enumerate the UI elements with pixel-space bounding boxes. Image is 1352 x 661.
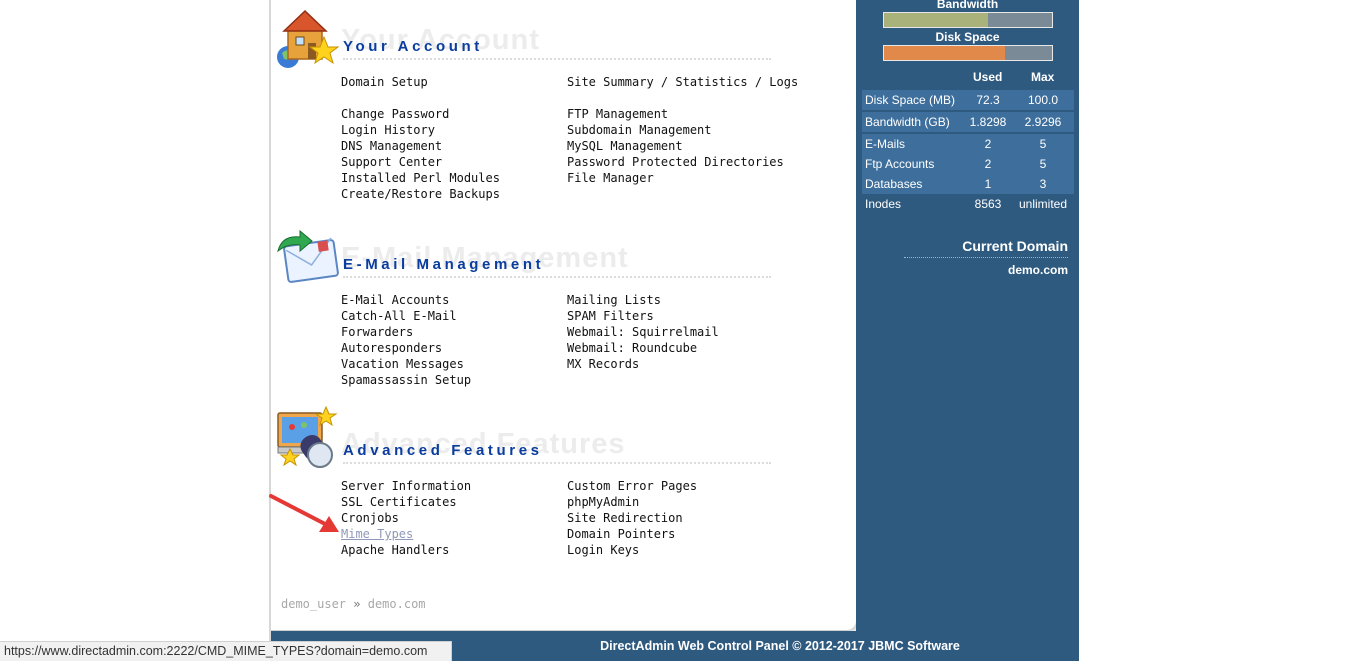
email-links-col2: Mailing Lists SPAM Filters Webmail: Squi… (567, 292, 719, 372)
link-forwarders[interactable]: Forwarders (341, 324, 471, 340)
link-mime-types[interactable]: Mime Types (341, 526, 471, 542)
usage-row-max: 5 (1039, 157, 1047, 171)
current-domain-divider (904, 257, 1068, 258)
usage-row-max: unlimited (1018, 197, 1068, 211)
account-links-col2: Site Summary / Statistics / Logs FTP Man… (567, 74, 798, 186)
breadcrumb-separator: » (353, 597, 361, 611)
usage-row: Databases 1 3 (862, 174, 1074, 194)
link-apache-handlers[interactable]: Apache Handlers (341, 542, 471, 558)
link-phpmyadmin[interactable]: phpMyAdmin (567, 494, 697, 510)
link-password-protected-directories[interactable]: Password Protected Directories (567, 154, 798, 170)
breadcrumb-user[interactable]: demo_user (281, 597, 346, 611)
disk-meter (883, 45, 1053, 61)
bandwidth-meter-fill (884, 13, 989, 27)
usage-row-label: Databases (865, 177, 923, 191)
usage-row: Ftp Accounts 2 5 (862, 154, 1074, 174)
link-ftp-management[interactable]: FTP Management (567, 106, 798, 122)
link-mx-records[interactable]: MX Records (567, 356, 719, 372)
link-server-information[interactable]: Server Information (341, 478, 471, 494)
usage-row-max: 3 (1039, 177, 1047, 191)
advanced-links-col1: Server Information SSL Certificates Cron… (341, 478, 471, 558)
usage-row: E-Mails 2 5 (862, 134, 1074, 154)
your-account-divider (343, 58, 771, 60)
link-domain-pointers[interactable]: Domain Pointers (567, 526, 697, 542)
usage-row-label: Disk Space (MB) (865, 93, 956, 107)
link-spam-filters[interactable]: SPAM Filters (567, 308, 719, 324)
email-envelope-icon (277, 229, 339, 283)
advanced-links-col2: Custom Error Pages phpMyAdmin Site Redir… (567, 478, 697, 558)
link-dns-management[interactable]: DNS Management (341, 138, 500, 154)
link-catch-all-email[interactable]: Catch-All E-Mail (341, 308, 471, 324)
link-change-password[interactable]: Change Password (341, 106, 500, 122)
link-autoresponders[interactable]: Autoresponders (341, 340, 471, 356)
your-account-title: Your Account (343, 38, 483, 55)
current-domain-title: Current Domain (962, 238, 1068, 254)
usage-row-label: Ftp Accounts (865, 157, 935, 171)
usage-row-max: 5 (1039, 137, 1047, 151)
link-file-manager[interactable]: File Manager (567, 170, 798, 186)
usage-header-max: Max (1031, 70, 1055, 84)
link-email-accounts[interactable]: E-Mail Accounts (341, 292, 471, 308)
link-site-redirection[interactable]: Site Redirection (567, 510, 697, 526)
link-ssl-certificates[interactable]: SSL Certificates (341, 494, 471, 510)
usage-row: Bandwidth (GB) 1.8298 2.9296 (862, 112, 1074, 132)
usage-header-used: Used (973, 70, 1003, 84)
breadcrumb-domain[interactable]: demo.com (368, 597, 426, 611)
usage-row: Inodes 8563 unlimited (862, 194, 1074, 214)
link-webmail-squirrelmail[interactable]: Webmail: Squirrelmail (567, 324, 719, 340)
link-support-center[interactable]: Support Center (341, 154, 500, 170)
usage-row-label: Bandwidth (GB) (865, 115, 950, 129)
link-login-keys[interactable]: Login Keys (567, 542, 697, 558)
email-management-divider (343, 276, 771, 278)
bandwidth-meter (883, 12, 1053, 28)
disk-meter-label: Disk Space (935, 30, 1000, 44)
advanced-features-divider (343, 462, 771, 464)
main-panel: Your Account Your Account Domain Setup C… (271, 0, 857, 631)
link-login-history[interactable]: Login History (341, 122, 500, 138)
current-domain-value[interactable]: demo.com (904, 263, 1068, 277)
breadcrumb: demo_user » demo.com (281, 597, 426, 611)
advanced-tools-icon (277, 405, 338, 468)
usage-row: Disk Space (MB) 72.3 100.0 (862, 90, 1074, 110)
usage-row-max: 100.0 (1027, 93, 1059, 107)
disk-meter-fill (884, 46, 1005, 60)
email-links-col1: E-Mail Accounts Catch-All E-Mail Forward… (341, 292, 471, 388)
link-mailing-lists[interactable]: Mailing Lists (567, 292, 719, 308)
link-vacation-messages[interactable]: Vacation Messages (341, 356, 471, 372)
link-webmail-roundcube[interactable]: Webmail: Roundcube (567, 340, 719, 356)
usage-row-max: 2.9296 (1024, 115, 1062, 129)
browser-status-bar: https://www.directadmin.com:2222/CMD_MIM… (0, 641, 452, 661)
account-house-icon (277, 9, 340, 68)
email-management-title: E-Mail Management (343, 256, 545, 273)
link-mysql-management[interactable]: MySQL Management (567, 138, 798, 154)
link-cronjobs[interactable]: Cronjobs (341, 510, 471, 526)
link-installed-perl-modules[interactable]: Installed Perl Modules (341, 170, 500, 186)
link-custom-error-pages[interactable]: Custom Error Pages (567, 478, 697, 494)
account-links-col1: Domain Setup Change Password Login Histo… (341, 74, 500, 202)
link-spamassassin-setup[interactable]: Spamassassin Setup (341, 372, 471, 388)
link-domain-setup[interactable]: Domain Setup (341, 74, 500, 90)
advanced-features-title: Advanced Features (343, 442, 543, 459)
annotation-arrow-icon (269, 494, 339, 532)
usage-row-label: E-Mails (865, 137, 906, 151)
link-create-restore-backups[interactable]: Create/Restore Backups (341, 186, 500, 202)
usage-row-label: Inodes (865, 197, 902, 211)
bandwidth-meter-label: Bandwidth (936, 0, 999, 11)
link-site-summary[interactable]: Site Summary / Statistics / Logs (567, 74, 798, 90)
link-subdomain-management[interactable]: Subdomain Management (567, 122, 798, 138)
